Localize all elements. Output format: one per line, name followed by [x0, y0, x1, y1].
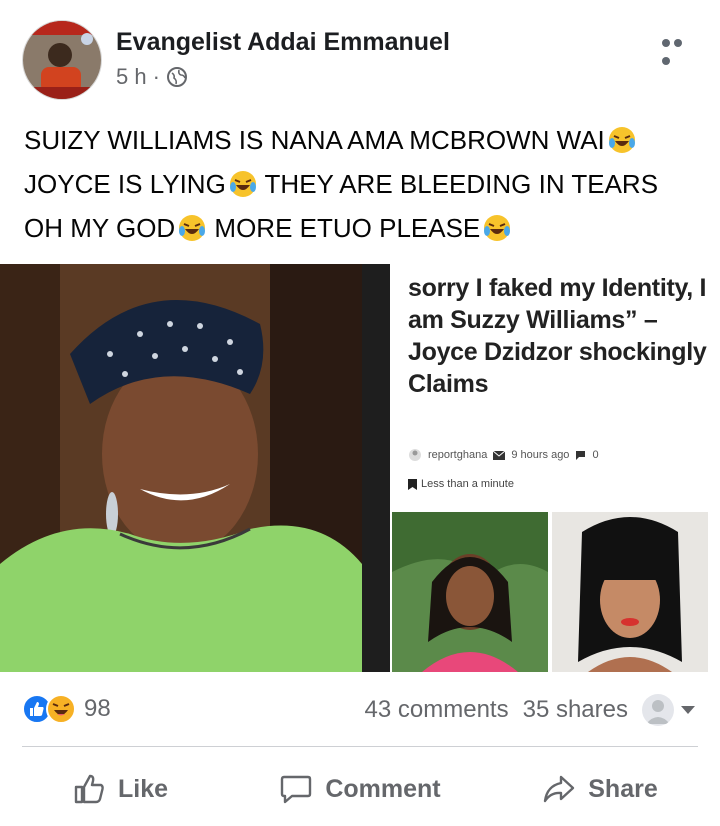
mail-icon [493, 450, 506, 460]
article-source: reportghana [428, 449, 488, 461]
engagement-stats: 43 comments 35 shares [365, 694, 696, 726]
reaction-count: 98 [84, 695, 111, 722]
reactions-summary[interactable]: 98 [22, 694, 111, 724]
meta-separator: · [152, 64, 160, 89]
like-button[interactable]: Like [0, 772, 240, 806]
bookmark-icon [408, 478, 417, 490]
post-text-line-2: JOYCE IS LYING THEY ARE BLEEDING IN TEAR… [24, 169, 659, 199]
post-text-line-3: OH MY GOD MORE ETUO PLEASE [24, 206, 704, 250]
author-name[interactable]: Evangelist Addai Emmanuel [116, 28, 450, 57]
comment-button[interactable]: Comment [240, 772, 480, 806]
laughing-tears-emoji-icon [179, 215, 206, 241]
comment-icon [281, 775, 312, 804]
like-icon [74, 774, 104, 804]
post-time[interactable]: 5 h [116, 64, 147, 90]
article-read-time: Less than a minute [408, 478, 514, 490]
share-button[interactable]: Share [480, 772, 720, 806]
article-time-ago: 9 hours ago [511, 449, 570, 461]
article-meta: reportghana 9 hours ago 0 [408, 448, 599, 462]
author-icon [409, 449, 421, 461]
share-icon [544, 775, 575, 803]
post-text: SUIZY WILLIAMS IS NANA AMA MCBROWN WAI J… [24, 118, 704, 250]
more-icon[interactable] [662, 34, 696, 65]
author-avatar[interactable] [22, 20, 102, 100]
comment-bubble-icon [576, 451, 586, 460]
post-meta: 5 h · [116, 64, 188, 90]
article-photo-right [552, 512, 708, 672]
viewer-avatar[interactable] [642, 694, 674, 726]
post-image[interactable]: sorry I faked my Identity, I am Suzzy Wi… [0, 264, 720, 672]
chevron-down-icon[interactable] [680, 705, 696, 715]
comments-count[interactable]: 43 comments [365, 696, 509, 724]
post-header: Evangelist Addai Emmanuel 5 h · [0, 0, 720, 110]
article-screenshot: sorry I faked my Identity, I am Suzzy Wi… [390, 264, 720, 672]
haha-reaction-icon [46, 694, 76, 724]
globe-icon [166, 67, 187, 87]
article-title: sorry I faked my Identity, I am Suzzy Wi… [408, 274, 707, 398]
laughing-tears-emoji-icon [229, 171, 256, 197]
woman-photo [0, 264, 362, 672]
article-photo-left [392, 512, 548, 672]
shares-count[interactable]: 35 shares [523, 696, 628, 724]
laughing-tears-emoji-icon [484, 215, 511, 241]
actions-divider [22, 746, 698, 747]
post-actions: Like Comment Share [0, 756, 720, 822]
article-comments: 0 [592, 449, 599, 461]
post-text-line-1: SUIZY WILLIAMS IS NANA AMA MCBROWN WAI [24, 118, 704, 162]
laughing-tears-emoji-icon [608, 127, 635, 153]
